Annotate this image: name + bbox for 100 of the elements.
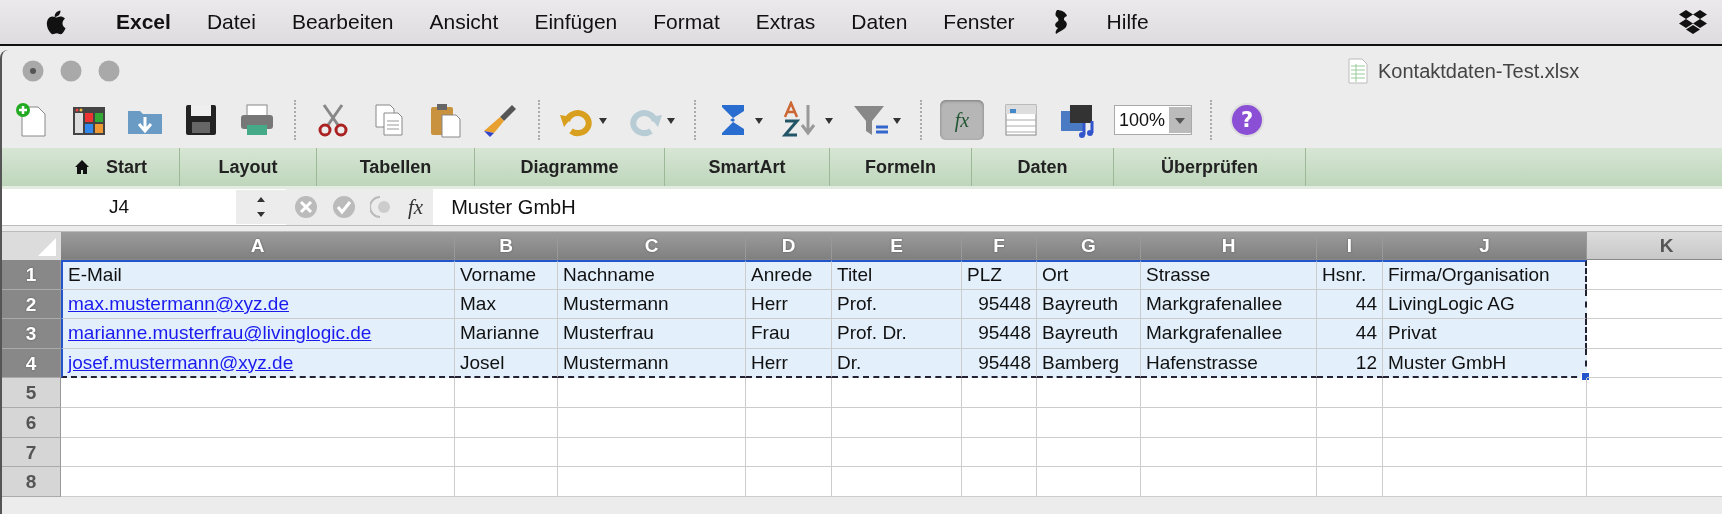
row-header[interactable]: 1 [2,260,61,290]
menu-item[interactable]: Datei [206,10,256,34]
row-header[interactable]: 4 [2,348,61,379]
menu-item[interactable]: Extras [755,10,816,34]
table-cell[interactable]: Bayreuth [1037,289,1141,320]
table-cell[interactable]: Ort [1037,260,1141,290]
table-cell[interactable]: Nachname [558,260,746,290]
table-cell[interactable]: Muster GmbH [1383,348,1587,379]
empty-cell[interactable] [1037,467,1141,497]
table-cell[interactable]: Frau [746,319,832,349]
empty-cell[interactable] [455,437,558,468]
empty-cell[interactable] [832,407,962,438]
row-header[interactable]: 3 [2,319,61,349]
table-cell[interactable]: 44 [1317,319,1383,349]
table-cell[interactable]: Bayreuth [1037,319,1141,349]
row-header[interactable]: 5 [2,378,61,408]
table-cell[interactable]: max.mustermann@xyz.de [61,289,455,320]
menu-item[interactable]: Ansicht [429,10,499,34]
ribbon-tab[interactable]: Daten [972,148,1114,186]
empty-cell[interactable] [558,407,746,438]
ribbon-tab[interactable]: Start [2,148,180,186]
ribbon-tab[interactable]: Überprüfen [1114,148,1306,186]
menu-item[interactable]: Bearbeiten [291,10,394,34]
ribbon-tab[interactable]: Formeln [830,148,972,186]
close-window-icon[interactable] [22,60,44,82]
table-cell[interactable]: Herr [746,348,832,379]
empty-cell[interactable] [1317,407,1383,438]
empty-cell[interactable] [746,378,832,408]
menu-item[interactable]: Fenster [943,10,1015,34]
table-cell[interactable]: Privat [1383,319,1587,349]
empty-cell[interactable] [455,407,558,438]
table-cell[interactable]: Hsnr. [1317,260,1383,290]
empty-cell[interactable] [746,467,832,497]
empty-cell[interactable] [1383,407,1587,438]
empty-cell[interactable] [962,467,1037,497]
help-button[interactable]: ? [1230,103,1265,137]
table-cell[interactable]: Prof. Dr. [832,319,962,349]
function-button[interactable]: fx [408,194,424,220]
empty-cell[interactable] [1037,407,1141,438]
cell-link[interactable]: max.mustermann@xyz.de [68,292,289,315]
table-cell[interactable]: Markgrafenallee [1141,289,1317,320]
menu-item[interactable]: Hilfe [1106,10,1149,34]
ribbon-tab[interactable]: SmartArt [665,148,830,186]
ribbon-tab[interactable]: Layout [180,148,317,186]
check-icon[interactable] [332,195,356,219]
ribbon-tab[interactable]: Diagramme [475,148,665,186]
apple-logo-icon[interactable] [44,9,66,35]
cell-link[interactable]: marianne.musterfrau@livinglogic.de [68,322,372,345]
cancel-icon[interactable] [294,195,318,219]
zoom-dropdown[interactable]: 100% [1114,105,1193,135]
empty-cell[interactable] [1383,378,1587,408]
table-cell[interactable]: Herr [746,289,832,320]
empty-cell[interactable] [1141,407,1317,438]
fill-handle[interactable] [1581,372,1590,382]
empty-cell[interactable] [962,437,1037,468]
empty-cell[interactable] [1141,378,1317,408]
table-cell[interactable]: 95448 [962,319,1037,349]
table-cell[interactable]: Marianne [455,319,558,349]
empty-cell[interactable] [558,378,746,408]
empty-cell[interactable] [1141,437,1317,468]
select-all-corner[interactable] [2,232,61,260]
table-cell[interactable]: Josel [455,348,558,379]
zoom-window-icon[interactable] [98,60,120,82]
app-menu[interactable]: Excel [116,10,171,34]
empty-cell[interactable] [1141,467,1317,497]
empty-cell[interactable] [558,437,746,468]
table-cell[interactable]: Prof. [832,289,962,320]
table-cell[interactable]: 12 [1317,348,1383,379]
ribbon-tab[interactable]: Tabellen [317,148,475,186]
menu-item[interactable]: Format [653,10,720,34]
cell-link[interactable]: josef.mustermann@xyz.de [68,351,294,374]
menu-item[interactable]: Einfügen [534,10,618,34]
table-cell[interactable]: 95448 [962,289,1037,320]
empty-cell[interactable] [558,467,746,497]
table-cell[interactable]: 44 [1317,289,1383,320]
table-cell[interactable]: Mustermann [558,289,746,320]
table-cell[interactable]: Anrede [746,260,832,290]
table-cell[interactable]: Max [455,289,558,320]
table-cell[interactable]: PLZ [962,260,1037,290]
empty-cell[interactable] [455,378,558,408]
table-cell[interactable]: Titel [832,260,962,290]
empty-cell[interactable] [746,437,832,468]
empty-cell[interactable] [832,467,962,497]
column-header[interactable]: K [1587,232,1722,260]
empty-cell[interactable] [746,407,832,438]
dropbox-icon[interactable] [1678,8,1708,36]
table-cell[interactable]: 95448 [962,348,1037,379]
table-cell[interactable]: Firma/Organisation [1383,260,1587,290]
table-cell[interactable]: Markgrafenallee [1141,319,1317,349]
table-cell[interactable]: LivingLogic AG [1383,289,1587,320]
empty-cell[interactable] [455,467,558,497]
table-cell[interactable]: Musterfrau [558,319,746,349]
menu-item[interactable]: Daten [851,10,908,34]
table-cell[interactable]: Hafenstrasse [1141,348,1317,379]
table-cell[interactable]: josef.mustermann@xyz.de [61,348,455,379]
empty-cell[interactable] [962,407,1037,438]
name-box[interactable]: J4 [2,196,236,218]
table-cell[interactable]: Bamberg [1037,348,1141,379]
table-cell[interactable]: E-Mail [61,260,455,290]
table-cell[interactable]: marianne.musterfrau@livinglogic.de [61,319,455,349]
